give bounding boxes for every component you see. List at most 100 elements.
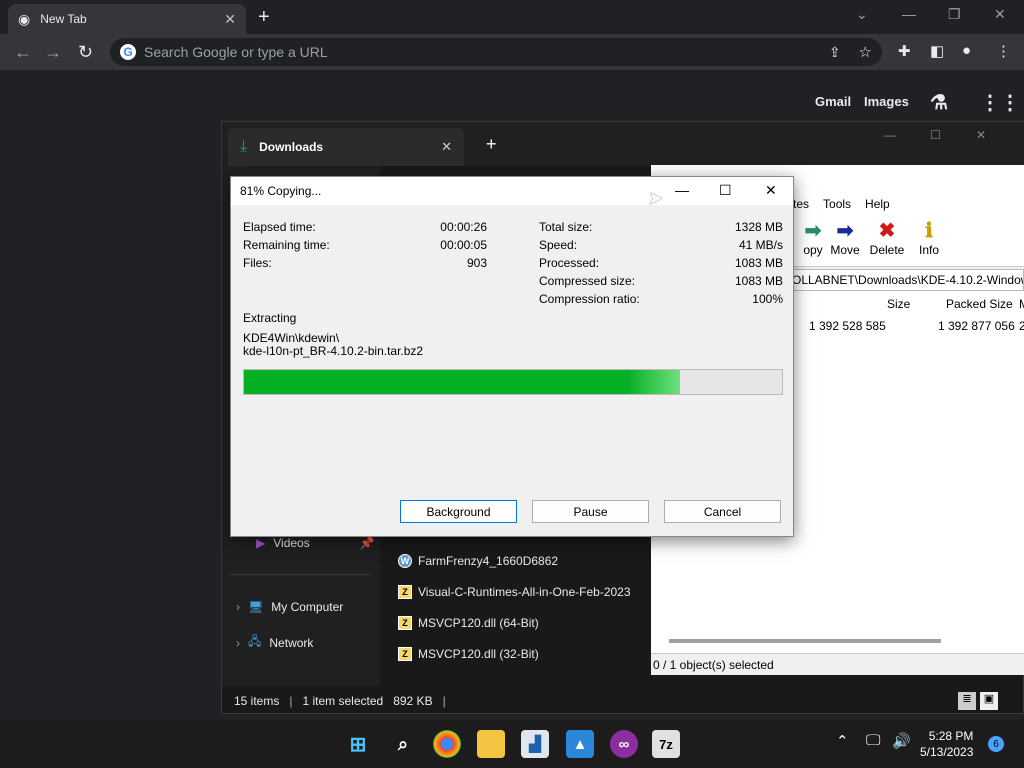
app-icon: W [398,554,412,568]
column-header-modified[interactable]: M [1019,297,1024,311]
pause-button[interactable]: Pause [532,500,649,523]
minimize-button[interactable]: — [902,6,916,22]
delete-x-icon: ✖ [878,220,896,242]
chevron-right-icon[interactable]: › [236,600,240,614]
clock[interactable]: 5:28 PM 5/13/2023 [920,728,973,760]
download-icon: ⤓ [240,138,248,155]
close-tab-icon[interactable]: ✕ [441,139,452,155]
chrome-tab[interactable]: ◉ New Tab ✕ [8,4,246,34]
extensions-icon[interactable]: ✚ [898,42,911,60]
archive-icon: Z [398,585,412,599]
mouse-cursor-icon: ➤ [648,188,664,208]
row-packed-size[interactable]: 1 392 877 056 [938,319,1015,333]
list-item[interactable]: W FarmFrenzy4_1660D6862 [398,554,558,568]
dialog-minimize-button[interactable]: — [675,182,689,198]
current-file: kde-l10n-pt_BR-4.10.2-bin.tar.bz2 [243,344,424,358]
compressed-size-label: Compressed size: [539,274,636,288]
apps-grid-icon[interactable]: ⋮⋮ [980,90,1020,115]
file-explorer-taskbar-icon[interactable] [477,730,505,758]
dialog-titlebar: 81% Copying... [231,177,793,205]
dialog-close-button[interactable]: ✕ [765,182,777,199]
notification-badge[interactable]: 6 [988,736,1004,752]
menu-icon[interactable]: ⋮ [996,42,1011,60]
archive-icon: Z [398,647,412,661]
menu-item-tools[interactable]: Tools [823,197,851,211]
explorer-close-button[interactable]: ✕ [976,128,986,142]
clock-time: 5:28 PM [928,729,974,743]
horizontal-scrollbar[interactable] [669,639,941,643]
progress-bar [243,369,783,395]
7zip-taskbar-icon[interactable]: 7z [652,730,680,758]
tab-title: New Tab [40,12,87,26]
explorer-tab-downloads[interactable]: ⤓ Downloads ✕ [228,128,464,166]
sidebar-item-my-computer[interactable]: › 🖥 My Computer [236,600,343,614]
share-icon[interactable]: ⇪ [829,44,841,61]
list-item[interactable]: Z MSVCP120.dll (32-Bit) [398,647,539,661]
new-tab-button[interactable]: + [486,134,497,155]
row-modified[interactable]: 2 [1019,319,1024,333]
dialog-title: 81% Copying... [240,184,322,198]
info-button[interactable]: ℹ Info [907,219,951,257]
restore-button[interactable]: ❐ [948,6,961,23]
file-name: MSVCP120.dll (64-Bit) [418,616,539,630]
row-size[interactable]: 1 392 528 585 [809,319,886,333]
processed-label: Processed: [539,256,600,270]
images-link[interactable]: Images [864,94,909,109]
omnibox-placeholder[interactable]: Search Google or type a URL [144,44,821,60]
delete-button[interactable]: ✖ Delete [865,219,909,257]
close-tab-icon[interactable]: ✕ [224,11,236,28]
close-window-button[interactable]: ✕ [994,6,1006,23]
omnibox[interactable]: G Search Google or type a URL ⇪ ☆ [110,38,882,66]
bookmark-star-icon[interactable]: ☆ [859,43,872,61]
list-item[interactable]: Z MSVCP120.dll (64-Bit) [398,616,539,630]
column-header-packed-size[interactable]: Packed Size [946,297,1013,311]
move-arrow-icon: ➡ [836,220,854,242]
elapsed-value: 00:00:26 [440,220,487,234]
profile-icon[interactable]: ● [962,42,971,59]
processed-value: 1083 MB [734,256,783,270]
sidebar-divider [230,574,370,575]
cancel-button[interactable]: Cancel [664,500,781,523]
dialog-maximize-button[interactable]: ☐ [719,182,732,199]
item-count: 15 items [234,694,280,708]
chrome-taskbar-icon[interactable] [433,730,461,758]
info-label: Info [918,243,939,257]
pin-icon[interactable]: 📌 [360,536,375,550]
back-icon[interactable]: ← [14,42,32,63]
side-panel-icon[interactable]: ◧ [930,42,944,60]
sidebar-item-network[interactable]: › 🖧 Network [236,632,313,653]
compression-ratio-label: Compression ratio: [539,292,640,306]
search-icon[interactable]: ⌕ [389,730,417,758]
menu-item-help[interactable]: Help [865,197,890,211]
new-tab-button[interactable]: + [258,6,270,29]
explorer-tab-bar: ⤓ Downloads ✕ + — ☐ ✕ [222,122,1024,166]
photos-app-icon[interactable]: ▲ [566,730,594,758]
explorer-minimize-button[interactable]: — [884,128,896,142]
tiles-view-icon[interactable]: ▣ [980,692,998,710]
menu-item-favorites[interactable]: tes [793,197,809,211]
chevron-up-icon[interactable]: ⌃ [836,732,849,750]
labs-icon[interactable]: ⚗ [930,90,948,115]
files-value: 903 [466,256,487,270]
start-button[interactable]: ⊞ [344,730,372,758]
app-taskbar-icon[interactable]: ∞ [610,730,638,758]
gmail-link[interactable]: Gmail [815,94,851,109]
reload-icon[interactable]: ↻ [78,42,93,63]
forward-icon[interactable]: → [44,42,62,63]
explorer-maximize-button[interactable]: ☐ [930,128,941,142]
taskbar: ⊞ ⌕ ▟ ▲ ∞ 7z ⌃ 🖵 🔊 5:28 PM 5/13/2023 6 [0,720,1024,768]
column-header-size[interactable]: Size [887,297,910,311]
sidebar-item-label: Videos [273,536,310,550]
tab-search-icon[interactable]: ⌄ [856,6,868,23]
move-button[interactable]: ➡ Move [823,219,867,257]
details-view-icon[interactable]: ≣ [958,692,976,710]
speed-value: 41 MB/s [738,238,783,252]
chrome-icon: ◉ [18,10,31,27]
volume-icon[interactable]: 🔊 [892,732,911,750]
network-tray-icon[interactable]: 🖵 [866,732,880,749]
list-item[interactable]: Z Visual-C-Runtimes-All-in-One-Feb-2023 [398,585,631,599]
sidebar-item-videos[interactable]: ▶ Videos 📌 [256,536,375,550]
performance-app-icon[interactable]: ▟ [521,730,549,758]
chevron-right-icon[interactable]: › [236,636,240,650]
background-button[interactable]: Background [400,500,517,523]
